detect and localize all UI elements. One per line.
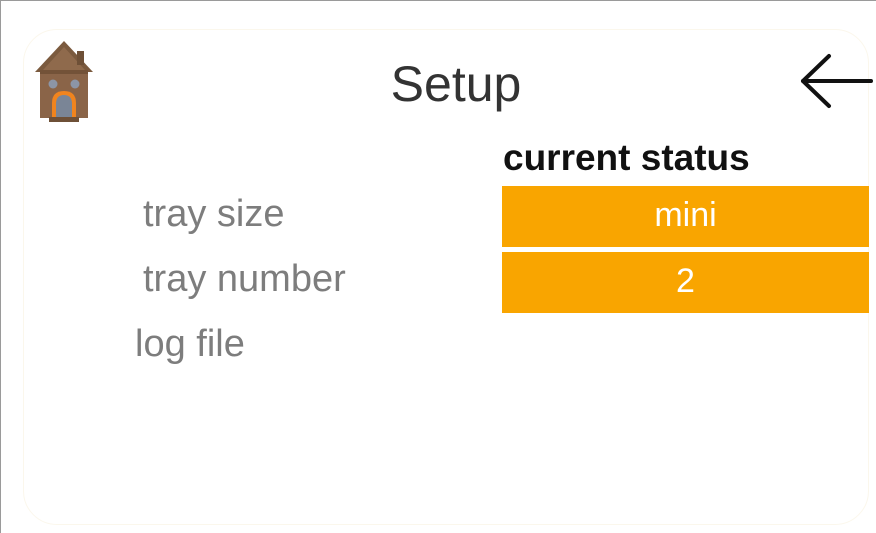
back-button[interactable] — [797, 51, 873, 111]
current-status-header: current status — [503, 137, 750, 178]
tray-number-label[interactable]: tray number — [143, 255, 346, 303]
arrow-left-icon — [801, 54, 873, 108]
tray-size-value: mini — [502, 186, 869, 247]
tray-size-label[interactable]: tray size — [143, 190, 284, 238]
page-title: Setup — [390, 56, 522, 112]
tray-number-value: 2 — [502, 252, 869, 313]
log-file-label[interactable]: log file — [135, 320, 245, 368]
app-window: Setup current status tray size tray numb… — [0, 0, 876, 533]
